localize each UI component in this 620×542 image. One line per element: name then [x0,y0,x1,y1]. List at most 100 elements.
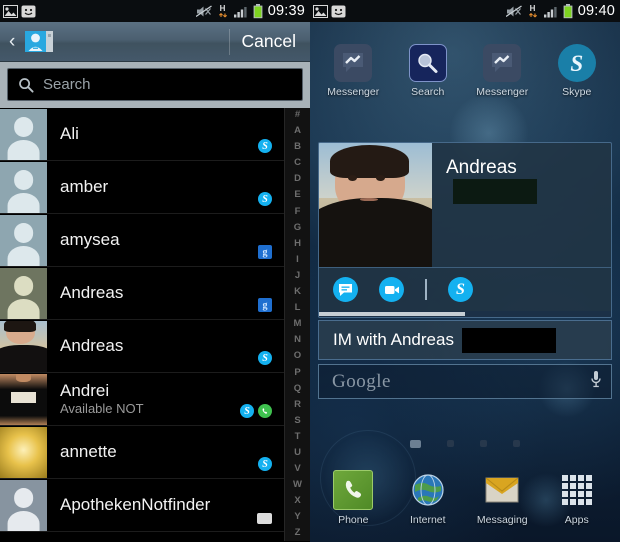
status-time: 09:40 [577,3,615,19]
back-icon[interactable]: ‹ [6,32,18,51]
app-shortcut[interactable]: Search [391,44,466,98]
alpha-index-letter[interactable]: D [294,174,301,184]
alpha-index-letter[interactable]: Y [294,512,300,522]
alpha-index-letter[interactable]: A [294,126,301,136]
alpha-index-letter[interactable]: K [294,287,301,297]
redaction-block [461,327,556,353]
alpha-index-letter[interactable]: O [294,351,301,361]
contact-avatar [0,214,47,266]
whatsapp-badge-icon [258,404,272,418]
contact-avatar [0,320,47,372]
alpha-index-letter[interactable]: N [294,335,301,345]
alpha-index-letter[interactable]: J [295,271,300,281]
alpha-index-letter[interactable]: W [293,480,302,490]
image-icon [313,4,328,18]
globe-icon [408,470,448,510]
contact-service-badges: g [258,245,272,259]
video-call-icon[interactable] [379,277,404,302]
status-notification-icons [3,4,36,18]
cancel-button[interactable]: Cancel [242,31,300,52]
contact-list-item[interactable]: annette S [0,426,310,479]
page-indicator [310,440,620,448]
left-title-bar: ‹ Cancel [0,22,310,62]
skype-icon[interactable]: S [448,277,473,302]
page-dot[interactable] [480,440,487,447]
alphabet-index-scrollbar[interactable]: # A B C D E F G H I J K L M N O P Q R S T U V W X Y Z [284,108,310,541]
alpha-index-letter[interactable]: Z [295,528,301,538]
app-shortcut[interactable]: S Skype [540,44,615,98]
app-shortcut[interactable]: Messenger [465,44,540,98]
search-input[interactable]: Search [7,68,303,101]
contact-list-item[interactable]: amysea g [0,214,310,267]
page-dot[interactable] [513,440,520,447]
alpha-index-letter[interactable]: M [294,319,302,329]
dock-label: Phone [338,514,369,526]
page-dot[interactable] [410,440,421,448]
messenger-notification-icon [21,5,36,17]
contact-list-item[interactable]: Ali S [0,108,310,161]
apps-grid-icon [557,470,597,510]
google-search-widget[interactable]: Google [318,364,612,399]
app-label: Search [411,86,445,98]
page-dot[interactable] [447,440,454,447]
dock-item[interactable]: Phone [316,470,391,526]
contact-service-badges [257,513,272,524]
contact-list-item[interactable]: Andreas S [0,320,310,373]
alpha-index-letter[interactable]: E [294,190,300,200]
sim-card-badge-icon [257,513,272,524]
status-system-icons: H 09:39 [195,3,305,19]
widget-scrollbar[interactable] [319,311,611,317]
image-icon [3,4,18,18]
microphone-icon[interactable] [590,370,602,394]
contact-list-item[interactable]: Andrei Available NOT S [0,373,310,426]
contact-service-badges: g [258,298,272,312]
alpha-index-letter[interactable]: U [294,448,301,458]
skype-badge-icon: S [258,457,272,471]
alpha-index-letter[interactable]: # [295,110,300,120]
contact-list[interactable]: Ali Samber Samysea g Andreas g Andreas S Andrei A… [0,108,310,541]
envelope-icon [482,470,522,510]
left-status-bar: H 09:39 [0,0,310,22]
alpha-index-letter[interactable]: T [295,432,301,442]
alpha-index-letter[interactable]: I [296,255,299,265]
alpha-index-letter[interactable]: P [294,367,300,378]
dock-label: Messaging [476,514,528,526]
alpha-index-letter[interactable]: R [294,400,301,410]
status-notification-icons [313,4,346,18]
contact-list-item[interactable]: amber S [0,161,310,214]
alpha-index-letter[interactable]: L [295,303,301,313]
contact-avatar [0,373,47,425]
right-status-bar: H 09:40 [310,0,620,22]
dock-item[interactable]: Messaging [465,470,540,526]
im-with-contact-row[interactable]: IM with Andreas [318,320,612,360]
dock-label: Apps [564,514,589,526]
contact-text: amber [60,177,276,196]
alpha-index-letter[interactable]: X [294,496,300,506]
contact-list-item[interactable]: ApothekenNotfinder [0,479,310,532]
alpha-index-letter[interactable]: Q [294,384,301,394]
alpha-index-letter[interactable]: V [294,464,300,474]
contact-list-item[interactable]: Andreas g [0,267,310,320]
alpha-index-letter[interactable]: C [294,158,301,168]
contact-name: Andrei [60,380,110,400]
chat-bubble-icon[interactable] [333,277,358,302]
contact-widget[interactable]: Andreas S [318,142,612,318]
contact-name: amber [60,177,109,197]
app-shortcut[interactable]: Messenger [316,44,391,98]
contact-text: Ali [60,124,276,143]
skype-badge-icon: S [258,139,272,153]
contact-service-badges: S [258,457,272,471]
alpha-index-letter[interactable]: G [294,223,301,233]
svg-text:H: H [529,4,535,13]
scrollbar-thumb[interactable] [319,312,465,316]
alpha-index-letter[interactable]: H [294,239,301,249]
dock-item[interactable]: Internet [391,470,466,526]
dock-item[interactable]: Apps [540,470,615,526]
contact-name: amysea [60,230,120,250]
redaction-block [453,179,537,204]
alpha-index-letter[interactable]: B [294,142,301,152]
home-dock: Phone Internet Messaging Apps [310,470,620,526]
alpha-index-letter[interactable]: S [294,416,300,426]
google-talk-badge-icon: g [258,298,272,312]
alpha-index-letter[interactable]: F [295,207,301,217]
